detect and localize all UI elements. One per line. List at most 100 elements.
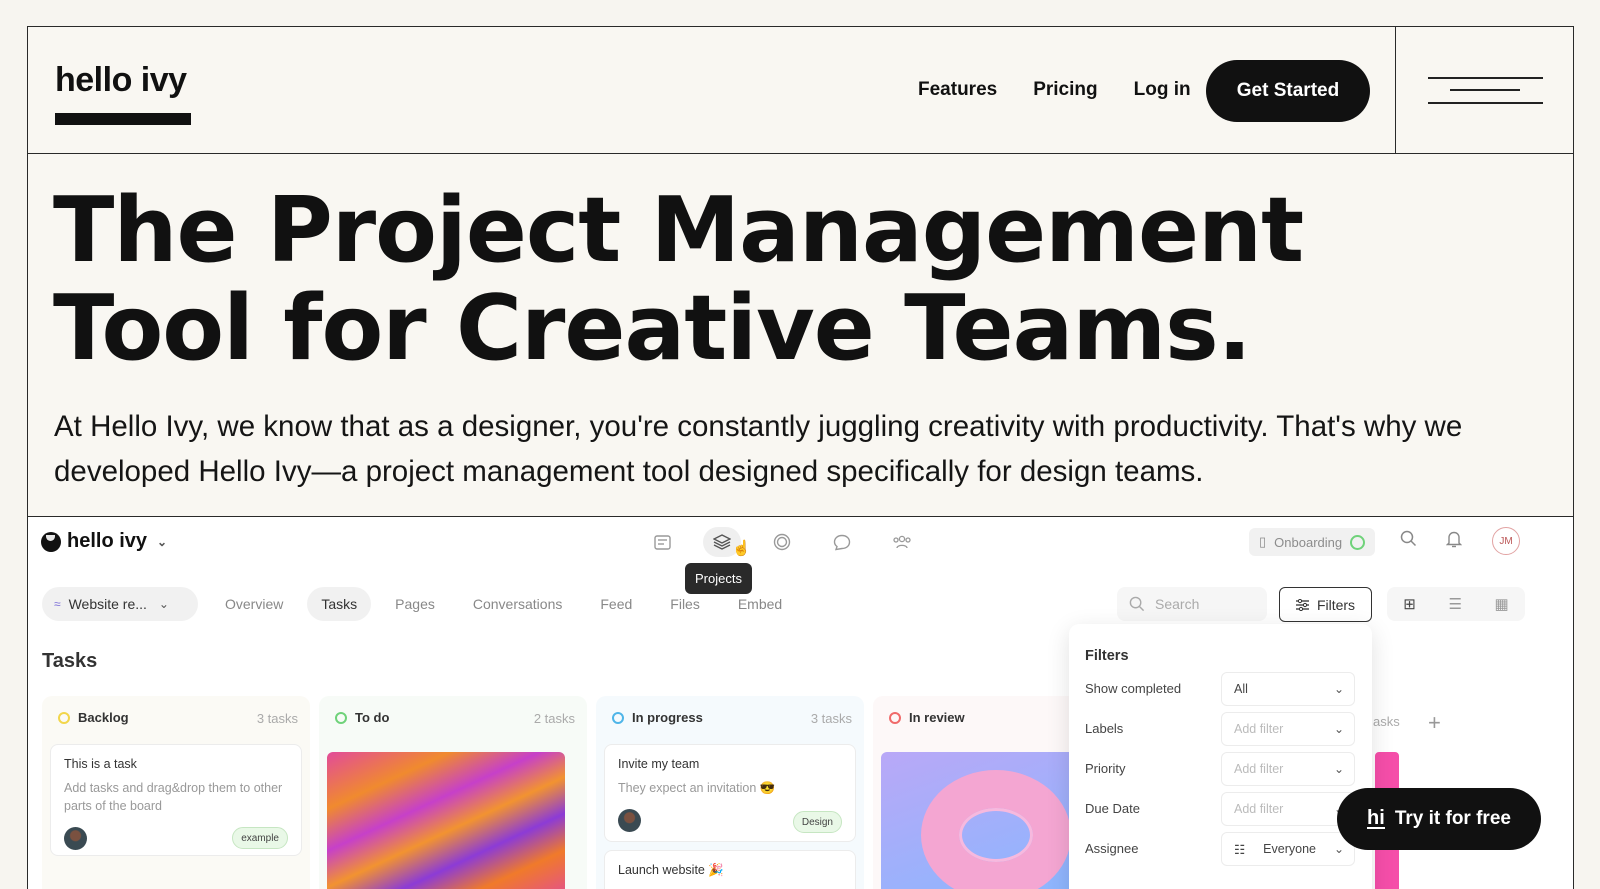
filter-select[interactable]: Add filter⌄ — [1221, 792, 1355, 826]
tab-overview[interactable]: Overview — [211, 587, 297, 621]
logo-underline — [55, 113, 191, 125]
filters-button[interactable]: Filters — [1279, 587, 1372, 622]
filter-label: Due Date — [1085, 801, 1140, 816]
chevron-down-icon: ⌄ — [158, 597, 169, 611]
nav-features[interactable]: Features — [918, 79, 997, 101]
search-icon[interactable] — [1400, 530, 1417, 552]
filter-due-date: Due Date Add filter⌄ — [1085, 792, 1355, 826]
clipboard-icon: ▯ — [1259, 534, 1267, 549]
filter-value: Add filter — [1234, 762, 1284, 776]
hero-title-line2: Tool for Creative Teams. — [53, 276, 1252, 381]
project-name: Website re... — [68, 596, 147, 612]
page-frame: hello ivy Features Pricing Log in Get St… — [27, 26, 1574, 889]
project-tabs: Overview Tasks Pages Conversations Feed … — [211, 587, 796, 621]
column-title: Backlog — [78, 710, 129, 725]
team-people-icon[interactable] — [883, 527, 921, 557]
site-header: hello ivy Features Pricing Log in Get St… — [28, 27, 1573, 154]
assignee-avatar — [64, 827, 87, 850]
filter-value: All — [1234, 682, 1248, 696]
status-ring-icon — [889, 711, 901, 724]
filter-label: Show completed — [1085, 681, 1182, 696]
list-icon: ☷ — [1234, 842, 1246, 857]
column-count: 2 tasks — [533, 711, 575, 726]
hero-title: The Project Management Tool for Creative… — [53, 182, 1304, 381]
column-count: 3 tasks — [256, 711, 298, 726]
status-ring-icon — [612, 711, 624, 724]
menu-line-icon — [1428, 77, 1543, 79]
conversations-chat-icon[interactable] — [823, 527, 861, 557]
task-card[interactable]: Launch website 🎉 — [604, 850, 856, 889]
user-avatar[interactable]: JM — [1492, 527, 1520, 555]
view-switcher: ⊞ ☰ ▦ — [1387, 587, 1525, 621]
filter-label: Assignee — [1085, 841, 1139, 856]
project-selector[interactable]: ≈ Website re... ⌄ — [42, 587, 198, 621]
tab-files[interactable]: Files — [656, 587, 714, 621]
site-logo[interactable]: hello ivy — [55, 61, 187, 100]
column-title: In review — [909, 710, 965, 725]
filter-label: Labels — [1085, 721, 1124, 736]
filter-value: Add filter — [1234, 802, 1284, 816]
menu-toggle-button[interactable] — [1395, 27, 1573, 154]
tab-pages[interactable]: Pages — [381, 587, 449, 621]
hi-logo-icon: hi — [1367, 807, 1385, 829]
task-search-input[interactable]: Search — [1117, 587, 1267, 621]
task-card[interactable]: This is a task Add tasks and drag&drop t… — [50, 744, 302, 856]
goals-target-icon[interactable] — [763, 527, 801, 557]
donut-illustration — [921, 770, 1071, 889]
filter-select[interactable]: ☷ Everyone ⌄ — [1221, 832, 1355, 866]
workspace-name: hello ivy — [67, 530, 148, 552]
add-column-icon[interactable]: + — [1428, 710, 1441, 736]
ivy-logo-icon — [41, 531, 61, 552]
filter-labels: Labels Add filter ⌄ — [1085, 712, 1355, 746]
task-title: This is a task — [64, 757, 137, 771]
try-label: Try it for free — [1394, 808, 1511, 829]
bell-icon[interactable] — [1445, 530, 1463, 553]
filter-priority: Priority Add filter ⌄ — [1085, 752, 1355, 786]
column-title: To do — [355, 710, 390, 725]
column-header: In progress — [612, 710, 703, 725]
tab-embed[interactable]: Embed — [724, 587, 796, 621]
progress-ring-icon — [1350, 534, 1366, 550]
onboarding-label: Onboarding — [1274, 534, 1343, 550]
board-view-icon[interactable]: ⊞ — [1403, 595, 1416, 613]
chevron-down-icon: ⌄ — [1333, 722, 1344, 736]
label-badge: Design — [792, 811, 842, 833]
nav-pricing[interactable]: Pricing — [1033, 79, 1097, 101]
task-description: Add tasks and drag&drop them to other pa… — [64, 781, 283, 813]
tab-feed[interactable]: Feed — [586, 587, 646, 621]
list-view-icon[interactable]: ☰ — [1448, 595, 1461, 613]
column-header: Backlog — [58, 710, 129, 725]
try-for-free-button[interactable]: hi Try it for free — [1337, 788, 1541, 850]
column-header: To do — [335, 710, 389, 725]
onboarding-pill[interactable]: ▯ Onboarding — [1249, 528, 1376, 556]
filter-select[interactable]: All ⌄ — [1221, 672, 1355, 706]
column-todo: To do 2 tasks — [319, 696, 587, 889]
tab-tasks[interactable]: Tasks — [307, 587, 372, 621]
menu-line-icon — [1428, 102, 1543, 104]
column-in-review: In review — [873, 696, 1119, 889]
nav-login[interactable]: Log in — [1134, 79, 1191, 101]
task-title: Launch website 🎉 — [618, 863, 724, 877]
task-card[interactable]: Invite my team They expect an invitation… — [604, 744, 856, 842]
search-placeholder: Search — [1155, 596, 1200, 612]
filters-label: Filters — [1316, 596, 1356, 613]
menu-line-icon — [1450, 89, 1520, 91]
task-cover-image[interactable] — [327, 752, 565, 889]
workspace-switcher[interactable]: hello ivy ⌄ — [41, 530, 167, 553]
column-header: In review — [889, 710, 965, 725]
hero-description: At Hello Ivy, we know that as a designer… — [54, 410, 1463, 488]
chevron-down-icon: ⌄ — [1333, 842, 1344, 856]
dashboard-icon[interactable] — [643, 527, 681, 557]
chevron-down-icon: ⌄ — [1333, 682, 1344, 696]
sliders-icon — [1295, 598, 1309, 611]
assignee-avatar — [618, 809, 641, 832]
label-badge: example — [232, 827, 288, 849]
filter-select[interactable]: Add filter⌄ — [1221, 752, 1355, 786]
column-count: asks — [1373, 714, 1400, 729]
get-started-button[interactable]: Get Started — [1206, 60, 1370, 122]
filter-value: Add filter — [1234, 722, 1284, 736]
filter-select[interactable]: Add filter ⌄ — [1221, 712, 1355, 746]
status-ring-icon — [335, 711, 347, 724]
calendar-view-icon[interactable]: ▦ — [1495, 595, 1509, 613]
tab-conversations[interactable]: Conversations — [459, 587, 577, 621]
